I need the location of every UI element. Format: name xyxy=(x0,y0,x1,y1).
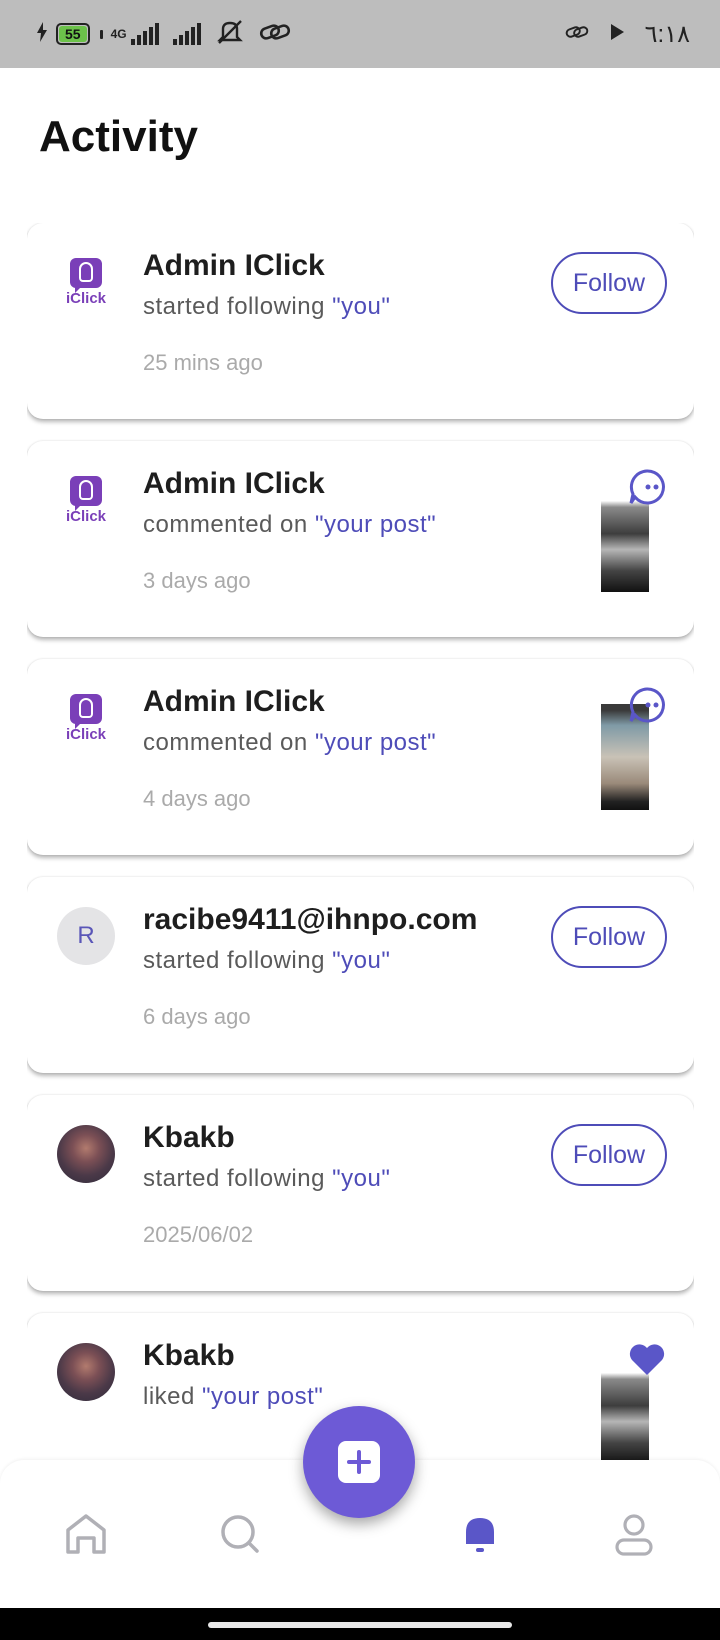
follow-button[interactable]: Follow xyxy=(551,252,667,314)
comment-icon xyxy=(629,687,665,723)
activity-text: commented on "your post" xyxy=(143,511,436,539)
activity-text: started following "you" xyxy=(143,1165,390,1193)
profile-icon[interactable] xyxy=(610,1510,658,1558)
status-bar: 55 4G ٦:١٨ xyxy=(0,0,720,68)
user-name[interactable]: Admin IClick xyxy=(143,249,325,283)
network-type: 4G xyxy=(110,27,127,41)
activity-item[interactable]: R racibe9411@ihnpo.com started following… xyxy=(27,877,694,1073)
follow-button[interactable]: Follow xyxy=(551,906,667,968)
activity-target[interactable]: "you" xyxy=(332,293,390,320)
avatar[interactable] xyxy=(57,1343,115,1401)
follow-button[interactable]: Follow xyxy=(551,1124,667,1186)
activity-text: commented on "your post" xyxy=(143,729,436,757)
activity-target[interactable]: "you" xyxy=(332,947,390,974)
activity-target[interactable]: "you" xyxy=(332,1165,390,1192)
battery-level: 55 xyxy=(59,26,87,42)
iclick-logo-icon xyxy=(70,693,102,729)
activity-target[interactable]: "your post" xyxy=(315,511,436,538)
user-name[interactable]: Kbakb xyxy=(143,1121,235,1155)
activity-text: liked "your post" xyxy=(143,1383,323,1411)
avatar-logo-text: iClick xyxy=(65,725,107,743)
activity-list[interactable]: iClick Admin IClick started following "y… xyxy=(27,223,694,1460)
activity-action: liked xyxy=(143,1383,195,1410)
activity-text: started following "you" xyxy=(143,947,390,975)
activity-action: commented on xyxy=(143,511,308,538)
activity-item[interactable]: iClick Admin IClick started following "y… xyxy=(27,223,694,419)
activity-time: 2025/06/02 xyxy=(143,1222,254,1247)
activity-action: started following xyxy=(143,293,325,320)
user-name[interactable]: Admin IClick xyxy=(143,467,325,501)
activity-action: started following xyxy=(143,1165,325,1192)
battery-icon: 55 xyxy=(56,23,90,45)
activity-time: 25 mins ago xyxy=(143,350,263,375)
search-icon[interactable] xyxy=(216,1510,264,1558)
battery-cap xyxy=(99,29,103,39)
heart-icon xyxy=(629,1344,665,1375)
signal-icon xyxy=(130,23,159,45)
link-icon xyxy=(259,20,291,49)
clock-time: ٦:١٨ xyxy=(644,20,690,48)
home-indicator[interactable] xyxy=(208,1622,512,1628)
bell-icon[interactable] xyxy=(456,1510,504,1558)
avatar[interactable]: iClick xyxy=(57,471,115,529)
link-icon-right xyxy=(565,20,589,48)
user-name[interactable]: racibe9411@ihnpo.com xyxy=(143,903,477,937)
activity-time: 3 days ago xyxy=(143,568,251,593)
activity-item[interactable]: iClick Admin IClick commented on "your p… xyxy=(27,441,694,637)
user-name[interactable]: Kbakb xyxy=(143,1339,235,1373)
user-name[interactable]: Admin IClick xyxy=(143,685,325,719)
avatar[interactable]: iClick xyxy=(57,253,115,311)
iclick-logo-icon xyxy=(70,475,102,511)
iclick-logo-icon xyxy=(70,257,102,293)
signal-icon-2 xyxy=(172,23,201,45)
activity-time: 4 days ago xyxy=(143,786,251,811)
activity-time: 6 days ago xyxy=(143,1004,251,1029)
activity-item[interactable]: Kbakb started following "you" 2025/06/02… xyxy=(27,1095,694,1291)
avatar[interactable]: iClick xyxy=(57,689,115,747)
charging-icon xyxy=(36,21,48,47)
page-title: Activity xyxy=(39,112,198,161)
add-icon xyxy=(338,1441,380,1483)
comment-icon xyxy=(629,469,665,505)
activity-text: started following "you" xyxy=(143,293,390,321)
avatar[interactable] xyxy=(57,1125,115,1183)
add-post-button[interactable] xyxy=(303,1406,415,1518)
activity-item[interactable]: iClick Admin IClick commented on "your p… xyxy=(27,659,694,855)
activity-target[interactable]: "your post" xyxy=(202,1383,323,1410)
home-icon[interactable] xyxy=(62,1510,110,1558)
avatar-logo-text: iClick xyxy=(65,507,107,525)
avatar[interactable]: R xyxy=(57,907,115,965)
avatar-logo-text: iClick xyxy=(65,289,107,307)
activity-action: started following xyxy=(143,947,325,974)
activity-action: commented on xyxy=(143,729,308,756)
play-icon xyxy=(609,20,625,48)
mute-icon xyxy=(215,19,245,50)
activity-target[interactable]: "your post" xyxy=(315,729,436,756)
